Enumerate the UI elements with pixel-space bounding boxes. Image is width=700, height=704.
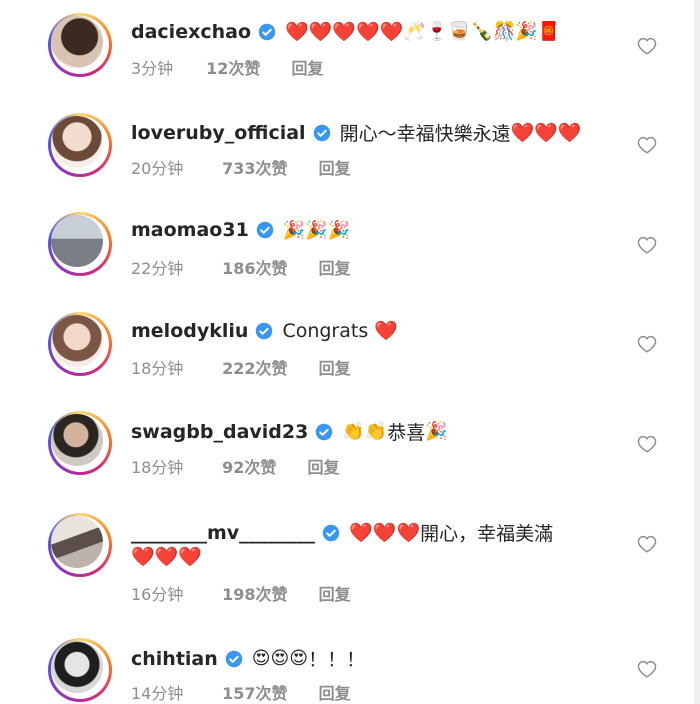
comment-emojis: 🎉 <box>425 421 448 442</box>
avatar[interactable] <box>48 113 112 177</box>
comment-likes[interactable]: 222次赞 <box>222 355 287 379</box>
reply-button[interactable]: 回复 <box>319 680 351 704</box>
avatar[interactable] <box>48 312 112 376</box>
username[interactable]: chihtian <box>131 648 218 670</box>
avatar[interactable] <box>48 411 112 475</box>
comment-emojis: 🎉🎉🎉 <box>282 219 351 241</box>
verified-badge-icon <box>225 650 243 667</box>
avatar[interactable] <box>48 513 112 577</box>
username[interactable]: ________mv________ <box>131 522 315 544</box>
comment-time: 18分钟 <box>131 359 184 378</box>
heart-outline-icon[interactable] <box>636 533 658 555</box>
reply-button[interactable]: 回复 <box>319 581 351 605</box>
verified-badge-icon <box>256 221 274 239</box>
comment-emojis-before: 😍😍😍 <box>251 648 309 669</box>
avatar[interactable] <box>48 212 112 276</box>
verified-badge-icon <box>322 524 340 541</box>
avatar[interactable] <box>48 13 112 77</box>
comment-time: 14分钟 <box>131 684 184 703</box>
username[interactable]: melodykliu <box>131 320 248 342</box>
reply-button[interactable]: 回复 <box>319 255 351 279</box>
comment-text: 開心，幸福美滿 <box>420 523 554 545</box>
username[interactable]: swagbb_david23 <box>131 421 308 443</box>
heart-outline-icon[interactable] <box>636 134 658 156</box>
comment-time: 22分钟 <box>131 259 184 278</box>
comment-time: 3分钟 <box>131 59 174 78</box>
comment-hearts: ❤️ <box>374 320 398 342</box>
comment-hearts: ❤️❤️❤️❤️❤️ <box>285 21 404 43</box>
heart-outline-icon[interactable] <box>636 234 658 256</box>
comment-time: 18分钟 <box>131 458 184 477</box>
verified-badge-icon <box>316 423 333 440</box>
comment-likes[interactable]: 157次赞 <box>222 680 287 704</box>
comment-hearts: ❤️❤️❤️ <box>510 122 582 144</box>
comment-hearts-line2: ❤️❤️❤️ <box>131 546 202 568</box>
username[interactable]: daciexchao <box>131 21 251 43</box>
reply-button[interactable]: 回复 <box>307 454 339 478</box>
comment-text: ！！！ <box>308 649 366 671</box>
reply-button[interactable]: 回复 <box>319 155 351 179</box>
verified-badge-icon <box>258 23 276 40</box>
verified-badge-icon <box>313 124 330 141</box>
avatar[interactable] <box>48 638 112 702</box>
heart-outline-icon[interactable] <box>636 658 658 680</box>
reply-button[interactable]: 回复 <box>319 355 351 379</box>
comment-hearts: ❤️❤️❤️ <box>349 522 421 544</box>
comment-likes[interactable]: 198次赞 <box>222 581 287 605</box>
comment-text: 開心～幸福快樂永遠 <box>339 123 511 145</box>
heart-outline-icon[interactable] <box>636 333 658 355</box>
username[interactable]: loveruby_official <box>131 122 306 144</box>
comment-emojis-before: 👏👏 <box>342 421 388 442</box>
comment-likes[interactable]: 92次赞 <box>222 454 276 478</box>
comment-likes[interactable]: 12次赞 <box>206 55 260 79</box>
comment-text: Congrats <box>282 319 369 342</box>
heart-outline-icon[interactable] <box>636 35 658 57</box>
verified-badge-icon <box>256 322 273 339</box>
reply-button[interactable]: 回复 <box>291 55 323 79</box>
comment-text: 恭喜 <box>387 422 426 444</box>
heart-outline-icon[interactable] <box>636 433 658 455</box>
comment-time: 20分钟 <box>131 159 184 178</box>
comment-time: 16分钟 <box>131 585 184 604</box>
comment-likes[interactable]: 733次赞 <box>222 155 287 179</box>
scrollbar-track[interactable] <box>694 0 700 704</box>
username[interactable]: maomao31 <box>131 219 249 241</box>
comment-emojis: 🥂🍷🥃🍾🎊🎉🧧 <box>403 21 561 42</box>
comment-likes[interactable]: 186次赞 <box>222 255 287 279</box>
